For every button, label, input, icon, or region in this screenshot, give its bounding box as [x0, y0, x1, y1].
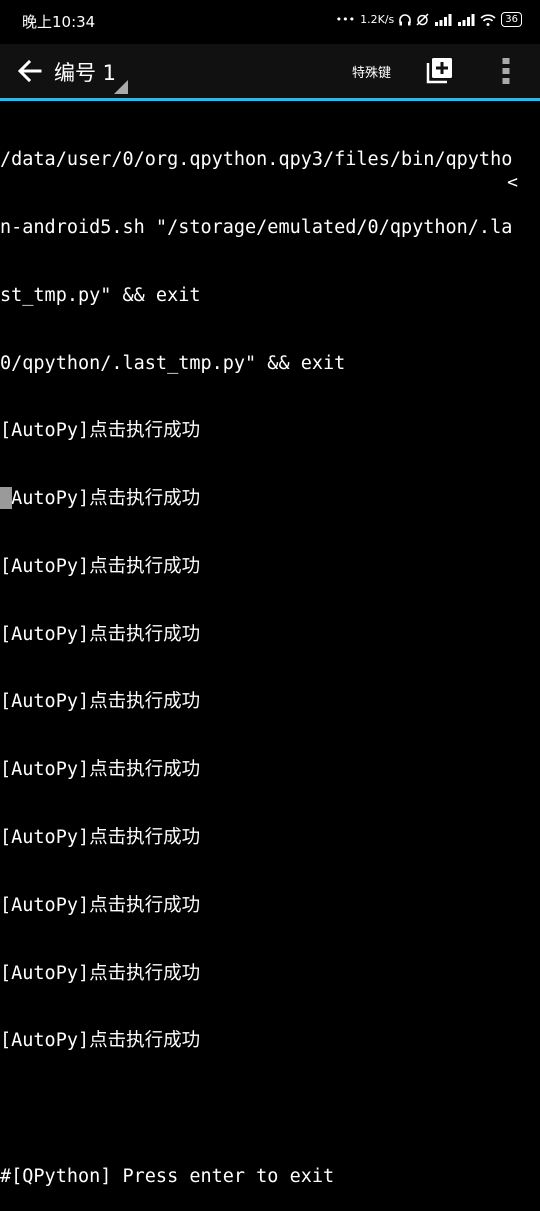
special-keys-button[interactable]: 特殊键: [352, 62, 391, 81]
terminal-line: [AutoPy]点击执行成功: [0, 894, 201, 916]
terminal-line: /data/user/0/org.qpython.qpy3/files/bin/…: [0, 149, 513, 171]
network-speed: 1.2K/s: [360, 13, 395, 26]
add-tab-icon[interactable]: [426, 56, 454, 84]
terminal-line: #[QPython] Press enter to exit: [0, 1165, 335, 1187]
signal-2-icon: [458, 13, 475, 26]
terminal-line: [AutoPy]点击执行成功: [0, 827, 201, 848]
app-bar-accent-line: [0, 98, 540, 101]
terminal-line: 0/qpython/.last_tmp.py" && exit: [0, 352, 346, 374]
terminal-line: [AutoPy]点击执行成功: [0, 420, 201, 442]
terminal-line: [AutoPy]点击执行成功: [0, 623, 201, 645]
terminal-line: [AutoPy]点击执行成功: [0, 691, 201, 713]
alarm-off-icon: [416, 13, 429, 26]
terminal-tab-title[interactable]: 编号 1: [54, 57, 116, 87]
back-arrow-icon[interactable]: [14, 55, 46, 87]
terminal-line: [AutoPy]点击执行成功: [0, 962, 201, 984]
signal-1-icon: [435, 13, 452, 26]
status-time: 晚上10:34: [22, 13, 96, 31]
terminal-line: st_tmp.py" && exit: [0, 284, 201, 306]
terminal-line: [AutoPy]点击执行成功: [0, 488, 201, 510]
line-overflow-marker: <: [507, 172, 518, 193]
status-bar: 晚上10:34 ••• 1.2K/s 36: [0, 0, 540, 44]
terminal-output[interactable]: /data/user/0/org.qpython.qpy3/files/bin/…: [0, 104, 540, 1211]
wifi-icon: [480, 13, 496, 26]
battery-icon: 36: [501, 12, 522, 27]
status-icons: ••• 1.2K/s 36: [336, 12, 522, 27]
terminal-line: [AutoPy]点击执行成功: [0, 1030, 201, 1052]
more-dots-icon: •••: [335, 13, 356, 26]
app-bar: 编号 1 特殊键: [0, 44, 540, 98]
tab-dropdown-indicator-icon[interactable]: [114, 80, 128, 94]
terminal-cursor: [0, 487, 12, 509]
terminal-line: [AutoPy]点击执行成功: [0, 555, 201, 577]
overflow-menu-icon[interactable]: [496, 56, 516, 86]
terminal-line: n-android5.sh "/storage/emulated/0/qpyth…: [0, 216, 513, 238]
terminal-line: [AutoPy]点击执行成功: [0, 759, 201, 781]
headphones-icon: [399, 13, 412, 25]
